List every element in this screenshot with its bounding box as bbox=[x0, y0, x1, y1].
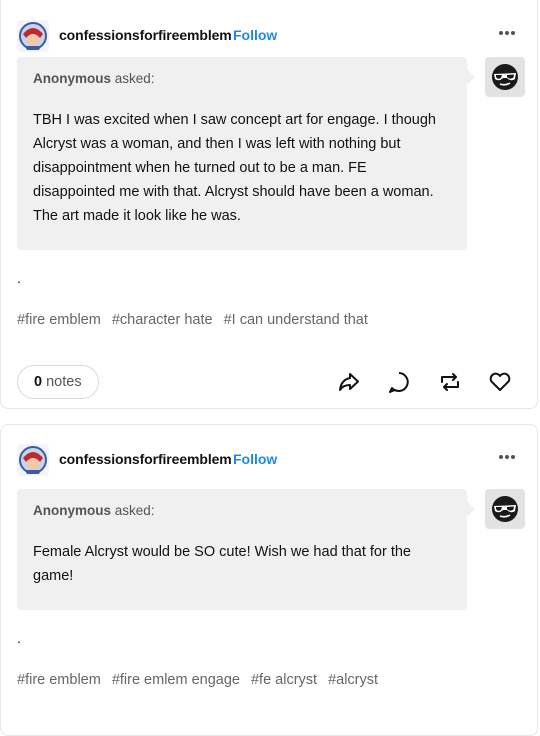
ask-bubble: Anonymous asked: TBH I was excited when … bbox=[17, 57, 475, 250]
post: confessionsforfireemblem Follow Anonymou… bbox=[0, 0, 538, 409]
asker-line: Anonymous asked: bbox=[33, 71, 451, 86]
tag[interactable]: #fe alcryst bbox=[251, 672, 317, 688]
anonymous-sunglasses-icon bbox=[485, 489, 525, 529]
reblog-icon[interactable] bbox=[437, 369, 463, 395]
tag[interactable]: #fire emblem bbox=[17, 312, 101, 328]
tag-list: #fire emblem #fire emlem engage #fe alcrys… bbox=[17, 672, 389, 688]
post: confessionsforfireemblem Follow Anonymou… bbox=[0, 424, 538, 736]
follow-button[interactable]: Follow bbox=[233, 451, 277, 467]
asker-name[interactable]: Anonymous bbox=[33, 71, 111, 86]
tag[interactable]: #fire emblem bbox=[17, 672, 101, 688]
asker-name[interactable]: Anonymous bbox=[33, 503, 111, 518]
tag[interactable]: #alcryst bbox=[328, 672, 378, 688]
share-icon[interactable] bbox=[336, 369, 362, 395]
blog-name[interactable]: confessionsforfireemblem bbox=[59, 451, 232, 467]
reply-icon[interactable] bbox=[386, 369, 412, 395]
like-icon[interactable] bbox=[487, 369, 513, 395]
asked-label: asked: bbox=[114, 71, 155, 86]
blog-name[interactable]: confessionsforfireemblem bbox=[59, 27, 232, 43]
ask-question: TBH I was excited when I saw concept art… bbox=[33, 112, 436, 224]
answer-text: . bbox=[17, 630, 21, 646]
notes-label: notes bbox=[46, 374, 82, 390]
tag-list: #fire emblem #character hate #I can unders… bbox=[17, 312, 379, 328]
answer-text: . bbox=[17, 270, 21, 286]
ask-question: Female Alcryst would be SO cute! Wish we… bbox=[33, 544, 411, 584]
tag[interactable]: #I can understand that bbox=[224, 312, 368, 328]
follow-button[interactable]: Follow bbox=[233, 27, 277, 43]
blog-avatar[interactable] bbox=[17, 20, 49, 52]
notes-count: 0 bbox=[34, 374, 43, 390]
blog-avatar[interactable] bbox=[17, 444, 49, 476]
more-icon[interactable] bbox=[497, 447, 517, 467]
anonymous-sunglasses-icon bbox=[485, 57, 525, 97]
ask-bubble: Anonymous asked: Female Alcryst would be… bbox=[17, 489, 475, 610]
asked-label: asked: bbox=[114, 503, 155, 518]
post-header: confessionsforfireemblem Follow bbox=[17, 15, 521, 55]
more-icon[interactable] bbox=[497, 23, 517, 43]
notes-button[interactable]: 0 notes bbox=[17, 365, 99, 399]
asker-line: Anonymous asked: bbox=[33, 503, 451, 518]
post-actions bbox=[316, 369, 513, 395]
post-header: confessionsforfireemblem Follow bbox=[17, 439, 521, 479]
tag[interactable]: #fire emlem engage bbox=[112, 672, 240, 688]
tag[interactable]: #character hate bbox=[112, 312, 213, 328]
